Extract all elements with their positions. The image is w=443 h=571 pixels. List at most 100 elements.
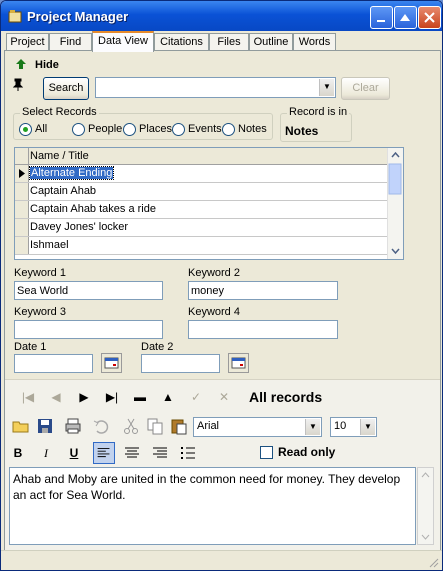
radio-notes[interactable]: [222, 123, 235, 136]
radio-people[interactable]: [72, 123, 85, 136]
scroll-down-icon: [421, 534, 430, 540]
grid-header: Name / Title: [15, 148, 387, 165]
radio-people-label: People: [88, 123, 123, 135]
pin-icon[interactable]: [13, 78, 23, 92]
memo-scrollbar[interactable]: [417, 467, 434, 545]
tab-citations[interactable]: Citations: [154, 33, 209, 50]
keyword-4-field[interactable]: [188, 320, 338, 339]
title-bar[interactable]: Project Manager: [1, 1, 442, 31]
tab-project[interactable]: Project: [6, 33, 49, 50]
tab-words[interactable]: Words: [293, 33, 336, 50]
font-size-value: 10: [334, 420, 347, 432]
copy-icon[interactable]: [145, 416, 165, 436]
search-button[interactable]: Search: [43, 77, 89, 100]
keyword-4-label: Keyword 4: [188, 306, 240, 318]
table-row[interactable]: Alternate Ending: [15, 165, 387, 183]
table-row[interactable]: Captain Ahab takes a ride: [15, 201, 387, 219]
clear-button[interactable]: Clear: [341, 77, 390, 100]
bold-button[interactable]: B: [7, 442, 29, 464]
align-left-icon[interactable]: [93, 442, 115, 464]
grid-cell: Ishmael: [30, 239, 69, 251]
cancel-edit-button[interactable]: ✕: [213, 387, 235, 407]
grid-cell: Alternate Ending: [28, 166, 115, 180]
select-records-legend: Select Records: [20, 106, 99, 118]
align-right-icon[interactable]: [149, 442, 171, 464]
grid-cell: Captain Ahab: [30, 185, 97, 197]
record-is-in-legend: Record is in: [287, 106, 350, 118]
date-2-label: Date 2: [141, 341, 174, 353]
record-status-label: All records: [249, 389, 323, 405]
close-button[interactable]: [418, 6, 441, 29]
underline-button[interactable]: U: [63, 442, 85, 464]
table-row[interactable]: Davey Jones' locker: [15, 219, 387, 237]
dropdown-arrow-icon[interactable]: ▼: [319, 79, 334, 96]
radio-events-label: Events: [188, 123, 222, 135]
delete-record-button[interactable]: ▬: [129, 387, 151, 407]
table-row[interactable]: Ishmael: [15, 237, 387, 255]
minimize-button[interactable]: [370, 6, 393, 29]
date-1-field[interactable]: [14, 354, 93, 373]
move-up-button[interactable]: ▲: [157, 387, 179, 407]
hide-link[interactable]: Hide: [35, 59, 59, 71]
paste-icon[interactable]: [169, 416, 189, 436]
tab-files[interactable]: Files: [209, 33, 249, 50]
tab-data-view[interactable]: Data View: [92, 31, 154, 52]
dropdown-arrow-icon[interactable]: ▼: [305, 419, 320, 435]
maximize-button[interactable]: [394, 6, 417, 29]
align-center-icon[interactable]: [121, 442, 143, 464]
radio-events[interactable]: [172, 123, 185, 136]
column-header-name-title[interactable]: Name / Title: [30, 150, 89, 162]
first-record-button[interactable]: |◀: [17, 387, 39, 407]
radio-places[interactable]: [123, 123, 136, 136]
read-only-label: Read only: [278, 445, 336, 459]
keyword-2-label: Keyword 2: [188, 267, 240, 279]
keyword-3-label: Keyword 3: [14, 306, 66, 318]
font-size-select[interactable]: 10 ▼: [330, 417, 377, 437]
font-family-value: Arial: [197, 420, 220, 432]
cut-icon[interactable]: [121, 416, 141, 436]
scroll-up-icon: [391, 151, 400, 158]
calendar-icon[interactable]: [101, 353, 122, 373]
radio-all[interactable]: [19, 123, 32, 136]
row-pointer-icon: [19, 169, 25, 178]
scroll-thumb: [388, 163, 402, 195]
italic-button[interactable]: I: [35, 442, 57, 464]
grid-scrollbar[interactable]: [387, 148, 403, 259]
last-record-button[interactable]: ▶|: [101, 387, 123, 407]
keyword-1-field[interactable]: Sea World: [14, 281, 163, 300]
font-family-select[interactable]: Arial ▼: [193, 417, 322, 437]
radio-notes-label: Notes: [238, 123, 267, 135]
memo-text-area[interactable]: Ahab and Moby are united in the common n…: [9, 467, 416, 545]
radio-all-label: All: [35, 123, 48, 135]
table-row[interactable]: Captain Ahab: [15, 183, 387, 201]
calendar-icon[interactable]: [228, 353, 249, 373]
resize-grip-icon[interactable]: [427, 556, 439, 568]
tab-find[interactable]: Find: [49, 33, 92, 50]
undo-icon[interactable]: [91, 416, 111, 436]
search-combo[interactable]: ▼: [95, 77, 336, 98]
date-2-field[interactable]: [141, 354, 220, 373]
save-icon[interactable]: [35, 416, 55, 436]
data-view-panel: Hide Search ▼ Clear Select Records All P…: [4, 50, 441, 550]
maximize-icon: [400, 14, 410, 21]
keyword-3-field[interactable]: [14, 320, 163, 339]
up-arrow-icon[interactable]: [15, 58, 27, 70]
project-manager-window: Project Manager Project Find Data View C…: [0, 0, 443, 571]
print-icon[interactable]: [63, 416, 83, 436]
tab-outline[interactable]: Outline: [249, 33, 293, 50]
prev-record-button[interactable]: ◀: [45, 387, 67, 407]
select-records-group: Select Records All People Places Events …: [13, 106, 273, 140]
open-folder-icon[interactable]: [11, 416, 31, 436]
bullet-list-icon[interactable]: [177, 442, 199, 464]
keyword-2-field[interactable]: money: [188, 281, 338, 300]
record-is-in-value: Notes: [285, 124, 319, 138]
read-only-checkbox[interactable]: [260, 446, 273, 459]
window-title: Project Manager: [27, 9, 129, 24]
post-edit-button[interactable]: ✓: [185, 387, 207, 407]
keyword-1-label: Keyword 1: [14, 267, 66, 279]
next-record-button[interactable]: ▶: [73, 387, 95, 407]
scroll-down-icon: [391, 248, 400, 255]
radio-places-label: Places: [139, 123, 173, 135]
date-1-label: Date 1: [14, 341, 47, 353]
dropdown-arrow-icon[interactable]: ▼: [360, 419, 375, 435]
